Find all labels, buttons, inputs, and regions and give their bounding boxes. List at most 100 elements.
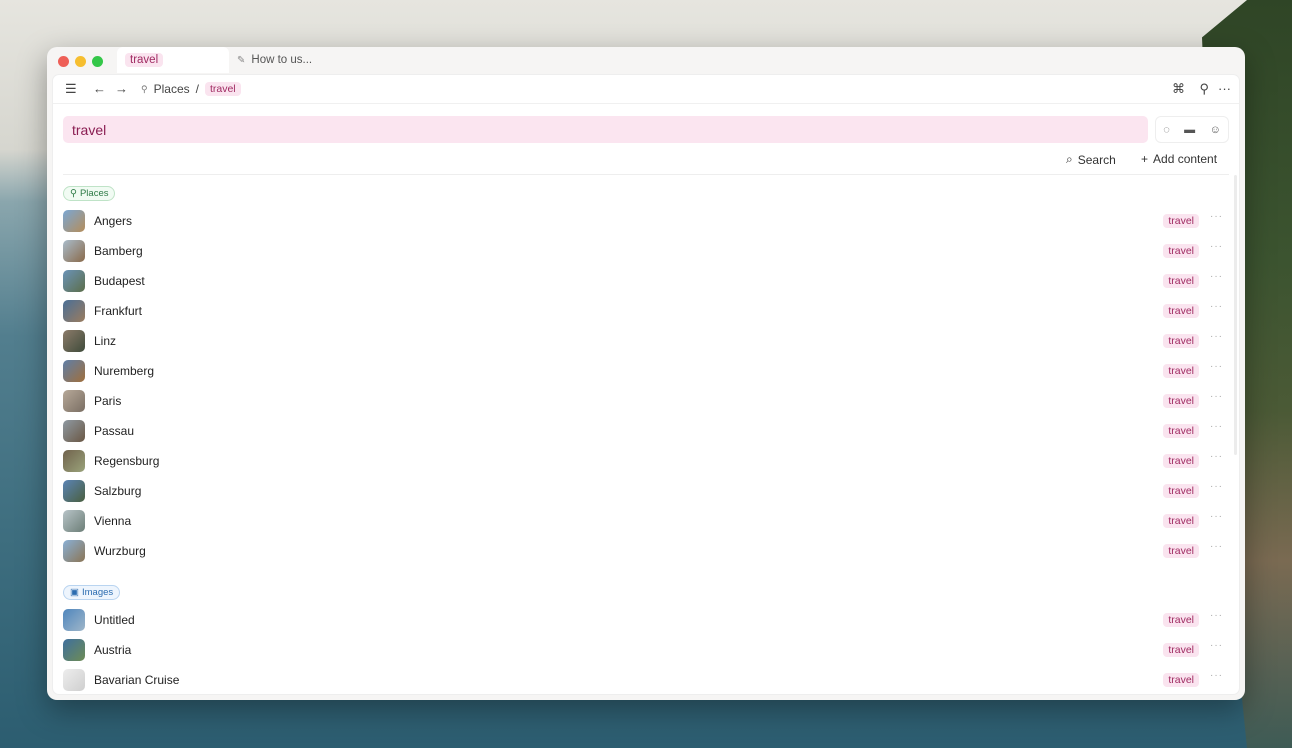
item-name: Budapest <box>94 274 145 288</box>
list-item[interactable]: Passau travel ··· <box>63 416 1229 446</box>
tag-badge[interactable]: travel <box>1163 274 1199 288</box>
edit-icon: ✎ <box>237 54 246 66</box>
title-toolbar: ◌ ▬ ☺ <box>1155 116 1229 143</box>
search-icon: ⌕ <box>1066 152 1073 166</box>
scrollbar[interactable] <box>1234 175 1237 455</box>
breadcrumb-places[interactable]: Places <box>154 82 190 96</box>
more-options-icon[interactable]: ··· <box>1210 610 1223 621</box>
item-name: Salzburg <box>94 484 142 498</box>
pin-icon: ⚲ <box>141 83 148 94</box>
search-label: Search <box>1077 152 1116 167</box>
tag-badge[interactable]: travel <box>1163 613 1199 627</box>
thumbnail-image <box>63 300 85 322</box>
item-name: Nuremberg <box>94 364 155 378</box>
emoji-icon[interactable]: ☺ <box>1210 124 1221 136</box>
thumbnail-image <box>63 210 85 232</box>
tag-badge[interactable]: travel <box>1163 484 1199 498</box>
section-places[interactable]: ⚲ Places <box>63 186 116 201</box>
zoom-window-button[interactable] <box>92 56 103 67</box>
more-options-icon[interactable]: ··· <box>1210 331 1223 342</box>
list-item[interactable]: Austria travel ··· <box>63 635 1229 665</box>
list-item[interactable]: Budapest travel ··· <box>63 266 1229 296</box>
tag-badge[interactable]: travel <box>1163 244 1199 258</box>
tag-badge[interactable]: travel <box>1163 394 1199 408</box>
close-window-button[interactable] <box>58 56 69 67</box>
more-options-icon[interactable]: ··· <box>1210 361 1223 372</box>
title-bar: travel ✎ How to us... <box>47 47 1245 73</box>
pin-toggle-icon[interactable]: ⚲ <box>1199 82 1209 96</box>
minimize-window-button[interactable] <box>75 56 86 67</box>
app-window: travel ✎ How to us... ☰ ← → ⚲ Places / t… <box>47 47 1245 700</box>
breadcrumb-current[interactable]: travel <box>204 82 241 96</box>
item-name: Austria <box>94 643 132 657</box>
thumbnail-image <box>63 639 85 661</box>
tag-badge[interactable]: travel <box>1163 364 1199 378</box>
list-item[interactable]: Nuremberg travel ··· <box>63 356 1229 386</box>
list-item[interactable]: Wurzburg travel ··· <box>63 536 1229 566</box>
item-name: Passau <box>94 424 135 438</box>
search-button[interactable]: ⌕ Search <box>1066 152 1116 167</box>
more-options-icon[interactable]: ··· <box>1210 421 1223 432</box>
more-options-icon[interactable]: ··· <box>1210 451 1223 462</box>
more-options-icon[interactable]: ··· <box>1210 640 1223 651</box>
palette-icon[interactable]: ◌ <box>1163 124 1170 136</box>
item-name: Linz <box>94 334 117 348</box>
tag-badge[interactable]: travel <box>1163 643 1199 657</box>
more-options-icon[interactable]: ··· <box>1210 511 1223 522</box>
comment-icon[interactable]: ▬ <box>1184 124 1195 136</box>
tab-label: travel <box>125 53 164 67</box>
tag-badge[interactable]: travel <box>1163 304 1199 318</box>
tag-badge[interactable]: travel <box>1163 424 1199 438</box>
thumbnail-image <box>63 450 85 472</box>
tag-badge[interactable]: travel <box>1163 334 1199 348</box>
thumbnail-image <box>63 669 85 691</box>
tag-badge[interactable]: travel <box>1163 673 1199 687</box>
main-content: ☰ ← → ⚲ Places / travel ⌘ ⚲ ··· travel ◌… <box>53 75 1239 694</box>
list-icon[interactable]: ☰ <box>65 82 77 96</box>
more-options-icon[interactable]: ··· <box>1210 670 1223 681</box>
add-content-button[interactable]: + Add content <box>1141 152 1217 166</box>
thumbnail-image <box>63 270 85 292</box>
thumbnail-image <box>63 240 85 262</box>
more-options-icon[interactable]: ··· <box>1218 82 1231 96</box>
list-item[interactable]: Salzburg travel ··· <box>63 476 1229 506</box>
list-item[interactable]: Paris travel ··· <box>63 386 1229 416</box>
pin-icon: ⚲ <box>70 188 77 199</box>
page-title[interactable]: travel <box>63 116 1148 143</box>
tag-badge[interactable]: travel <box>1163 544 1199 558</box>
more-options-icon[interactable]: ··· <box>1210 481 1223 492</box>
section-images[interactable]: ▣ Images <box>63 585 121 600</box>
more-options-icon[interactable]: ··· <box>1210 271 1223 282</box>
add-content-label: Add content <box>1153 152 1218 166</box>
tag-badge[interactable]: travel <box>1163 214 1199 228</box>
back-arrow-icon[interactable]: ← <box>93 82 106 96</box>
forward-arrow-icon[interactable]: → <box>115 82 128 96</box>
command-icon[interactable]: ⌘ <box>1172 82 1185 96</box>
tag-badge[interactable]: travel <box>1163 454 1199 468</box>
list-item[interactable]: Untitled travel ··· <box>63 605 1229 635</box>
item-name: Paris <box>94 394 122 408</box>
list-item[interactable]: Bamberg travel ··· <box>63 236 1229 266</box>
thumbnail-image <box>63 540 85 562</box>
tab-how-to-use[interactable]: ✎ How to us... <box>237 47 312 73</box>
tab-travel[interactable]: travel <box>117 47 229 73</box>
thumbnail-image <box>63 609 85 631</box>
list-item[interactable]: Vienna travel ··· <box>63 506 1229 536</box>
item-name: Vienna <box>94 514 132 528</box>
list-item[interactable]: Bavarian Cruise travel ··· <box>63 665 1229 695</box>
list-item[interactable]: Frankfurt travel ··· <box>63 296 1229 326</box>
more-options-icon[interactable]: ··· <box>1210 541 1223 552</box>
item-name: Bavarian Cruise <box>94 673 180 687</box>
more-options-icon[interactable]: ··· <box>1210 301 1223 312</box>
tag-badge[interactable]: travel <box>1163 514 1199 528</box>
divider <box>63 174 1229 175</box>
plus-icon: + <box>1141 152 1149 166</box>
item-name: Regensburg <box>94 454 160 468</box>
more-options-icon[interactable]: ··· <box>1210 211 1223 222</box>
more-options-icon[interactable]: ··· <box>1210 241 1223 252</box>
more-options-icon[interactable]: ··· <box>1210 391 1223 402</box>
item-name: Angers <box>94 214 133 228</box>
list-item[interactable]: Linz travel ··· <box>63 326 1229 356</box>
list-item[interactable]: Regensburg travel ··· <box>63 446 1229 476</box>
list-item[interactable]: Angers travel ··· <box>63 206 1229 236</box>
